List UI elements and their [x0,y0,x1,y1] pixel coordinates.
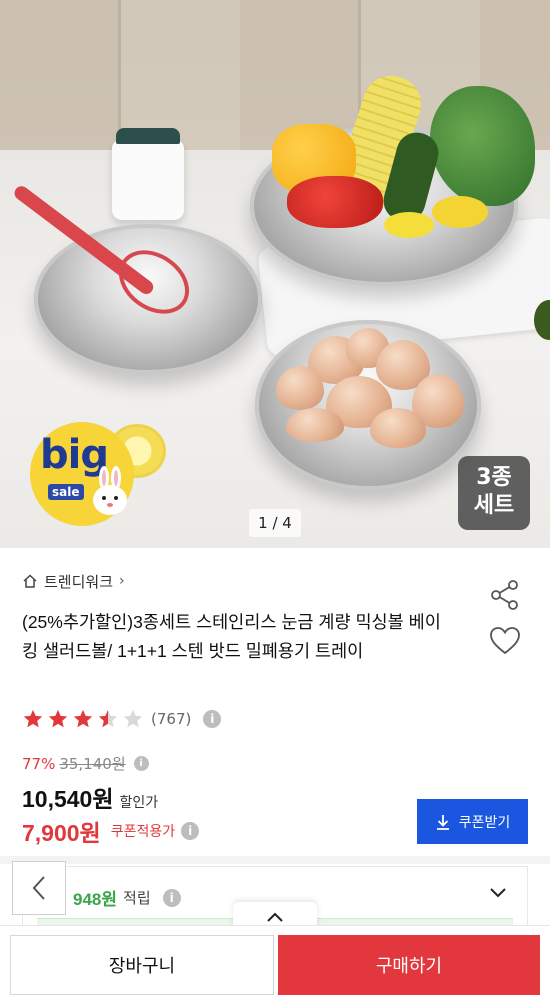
red-pepper [287,176,383,228]
original-price: 35,140원 [59,755,126,773]
badge-sale-text: sale [48,484,84,500]
chevron-left-icon [32,876,45,900]
home-icon [23,574,37,588]
info-icon[interactable]: i [203,710,222,728]
sale-price-label: 할인가 [119,795,159,811]
bottom-action-bar: 장바구니 구매하기 [0,925,550,1000]
egg [286,408,344,442]
product-title: (25%추가할인)3종세트 스테인리스 눈금 계량 믹싱볼 베이킹 샐러드볼/ … [22,612,441,661]
lemon [384,212,434,238]
chevron-right-icon: › [119,573,125,589]
lemon [432,196,488,228]
coupon-price-row: 7,900원 쿠폰적용가 i [22,814,200,848]
product-image[interactable]: big sale 3종 세트 1 / 4 [0,0,550,548]
egg [370,408,426,448]
big-sale-badge: big sale [30,422,134,526]
three-set-badge: 3종 세트 [458,456,530,530]
add-to-cart-button[interactable]: 장바구니 [10,935,274,995]
sale-price: 10,540원 [22,786,114,812]
store-name: 트렌디워크 [44,572,114,591]
heart-icon[interactable] [488,624,522,658]
chevron-up-icon [267,912,283,922]
egg [276,366,324,410]
discount-row: 77% 35,140원 i [22,753,149,774]
download-icon [436,814,449,830]
share-icon[interactable] [488,578,522,612]
star-icon [23,709,43,728]
get-coupon-button[interactable]: 쿠폰받기 [417,799,528,844]
coupon-price-label: 쿠폰적용가 [110,824,176,840]
rating-row[interactable]: (767) i [22,708,222,730]
info-icon[interactable]: i [181,822,200,840]
set-badge-line2: 세트 [473,493,515,518]
info-icon[interactable]: i [162,888,181,907]
star-icon [73,709,93,728]
sugar-jar [112,128,184,220]
points-label: 적립 [123,889,151,907]
store-link[interactable]: 트렌디워크 › [22,570,125,592]
info-icon[interactable]: i [133,756,149,771]
points-value: 948원 [73,890,118,909]
sale-price-row: 10,540원 할인가 [22,780,158,814]
back-button[interactable] [12,861,66,915]
discount-percent: 77% [22,754,56,773]
review-count: (767) [151,710,192,728]
buy-now-button[interactable]: 구매하기 [278,935,540,995]
section-divider [0,856,550,864]
bunny-icon [93,466,127,515]
half-star-icon [98,709,118,728]
star-icon [48,709,68,728]
set-badge-line1: 3종 [476,465,512,490]
get-coupon-label: 쿠폰받기 [458,814,511,831]
empty-star-icon [123,709,143,728]
coupon-price: 7,900원 [22,820,101,846]
image-page-indicator: 1 / 4 [249,509,301,537]
chevron-down-icon[interactable] [489,887,507,899]
